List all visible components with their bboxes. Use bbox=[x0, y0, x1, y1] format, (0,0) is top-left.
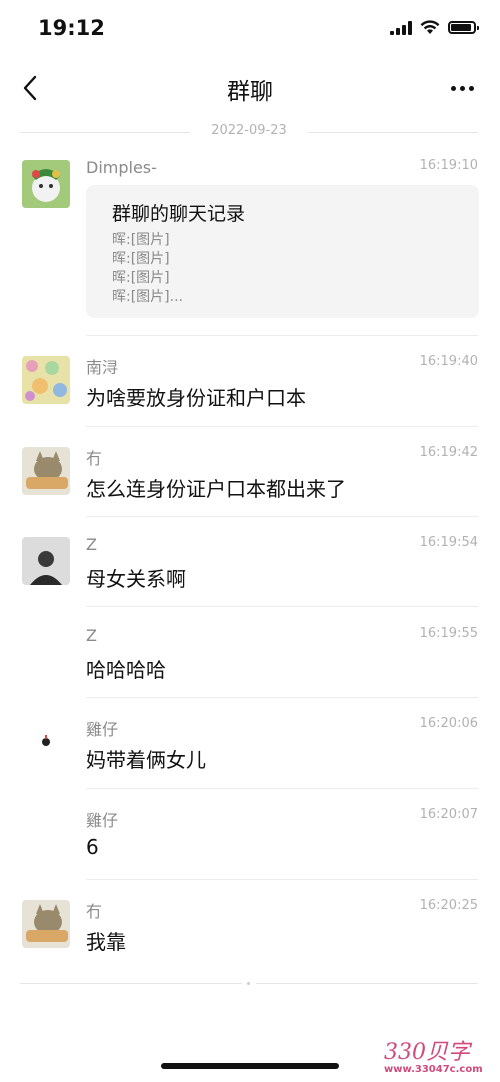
message-time: 16:20:06 bbox=[419, 716, 478, 731]
separator-dot-icon bbox=[247, 982, 250, 985]
message-text: 为啥要放身份证和户口本 bbox=[86, 386, 306, 410]
divider bbox=[86, 606, 478, 607]
avatar[interactable] bbox=[22, 718, 70, 766]
avatar-image-icon bbox=[22, 900, 70, 948]
message-time: 16:20:07 bbox=[419, 807, 478, 822]
message-time: 16:19:42 bbox=[419, 445, 478, 460]
status-icons bbox=[390, 20, 479, 35]
cellular-signal-icon bbox=[390, 20, 412, 35]
message-text: 6 bbox=[86, 835, 99, 859]
watermark-url: www.33047c.com bbox=[384, 1064, 483, 1075]
watermark-logo: 330贝字 bbox=[384, 1040, 470, 1065]
battery-icon bbox=[448, 21, 479, 34]
divider bbox=[86, 426, 478, 427]
avatar[interactable] bbox=[22, 900, 70, 948]
message-text: 怎么连身份证户口本都出来了 bbox=[86, 477, 346, 501]
more-options-button[interactable] bbox=[451, 86, 474, 91]
date-separator: 2022-09-23 bbox=[20, 123, 478, 141]
divider bbox=[308, 132, 478, 133]
sender-name: 冇 bbox=[86, 902, 103, 921]
avatar-image-icon bbox=[22, 718, 70, 766]
avatar-image-icon bbox=[22, 160, 70, 208]
message-time: 16:19:55 bbox=[419, 626, 478, 641]
avatar[interactable] bbox=[22, 356, 70, 404]
avatar[interactable] bbox=[22, 160, 70, 208]
more-dot-icon bbox=[469, 86, 474, 91]
avatar[interactable] bbox=[22, 537, 70, 585]
sender-name: 雞仔 bbox=[86, 811, 119, 830]
wifi-icon bbox=[420, 20, 440, 34]
chat-record-card[interactable]: 群聊的聊天记录 晖:[图片] 晖:[图片] 晖:[图片] 晖:[图片]... bbox=[86, 185, 479, 318]
sender-name: 雞仔 bbox=[86, 720, 119, 739]
card-title: 群聊的聊天记录 bbox=[112, 203, 246, 225]
sender-name: Z bbox=[86, 535, 97, 554]
divider bbox=[86, 879, 478, 880]
message-text: 妈带着俩女儿 bbox=[86, 748, 206, 772]
more-dot-icon bbox=[460, 86, 465, 91]
message-time: 16:19:40 bbox=[419, 354, 478, 369]
card-line: 晖:[图片]... bbox=[112, 289, 183, 305]
watermark: 330贝字 www.33047c.com bbox=[384, 1034, 494, 1082]
card-line: 晖:[图片] bbox=[112, 270, 170, 286]
card-line: 晖:[图片] bbox=[112, 232, 170, 248]
divider bbox=[86, 335, 478, 336]
avatar-image-icon bbox=[22, 447, 70, 495]
sender-name: Z bbox=[86, 626, 97, 645]
nav-bar: 群聊 bbox=[0, 60, 500, 120]
message-time: 16:19:54 bbox=[419, 535, 478, 550]
message-text: 我靠 bbox=[86, 930, 126, 954]
message-text: 母女关系啊 bbox=[86, 567, 186, 591]
card-line: 晖:[图片] bbox=[112, 251, 170, 267]
divider bbox=[86, 697, 478, 698]
divider bbox=[256, 983, 478, 984]
divider bbox=[86, 788, 478, 789]
sender-name: 南浔 bbox=[86, 358, 119, 377]
sender-name: Dimples- bbox=[86, 158, 157, 177]
status-bar: 19:12 bbox=[0, 0, 500, 60]
divider bbox=[86, 516, 478, 517]
message-time: 16:19:10 bbox=[419, 158, 478, 173]
status-time: 19:12 bbox=[38, 16, 105, 40]
end-separator bbox=[20, 982, 478, 986]
avatar[interactable] bbox=[22, 447, 70, 495]
page-title: 群聊 bbox=[227, 79, 273, 105]
more-dot-icon bbox=[451, 86, 456, 91]
home-indicator[interactable] bbox=[161, 1063, 339, 1069]
divider bbox=[20, 983, 242, 984]
avatar-image-icon bbox=[22, 537, 70, 585]
avatar-image-icon bbox=[22, 356, 70, 404]
date-label: 2022-09-23 bbox=[211, 123, 287, 138]
message-time: 16:20:25 bbox=[419, 898, 478, 913]
message-text: 哈哈哈哈 bbox=[86, 658, 166, 682]
sender-name: 冇 bbox=[86, 449, 103, 468]
